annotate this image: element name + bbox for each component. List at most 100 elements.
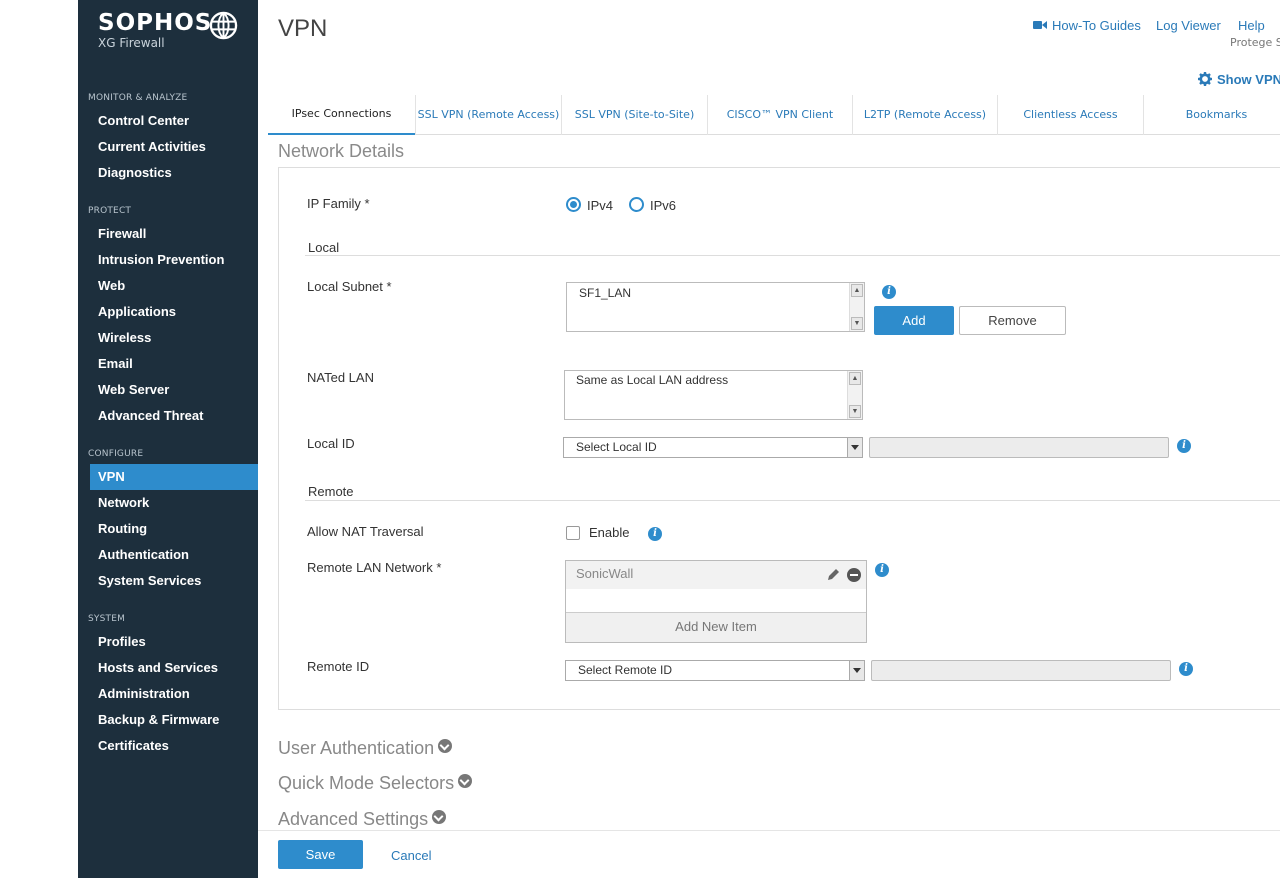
save-button[interactable]: Save bbox=[278, 840, 363, 869]
remote-lan-label: Remote LAN Network * bbox=[307, 560, 442, 575]
tab-ssl-vpn-site[interactable]: SSL VPN (Site-to-Site) bbox=[561, 95, 707, 135]
remote-id-label: Remote ID bbox=[307, 659, 370, 674]
local-subnet-scrollbar[interactable]: ▲ ▼ bbox=[849, 283, 864, 331]
remote-id-info-icon[interactable]: i bbox=[1179, 662, 1193, 676]
local-heading: Local bbox=[308, 240, 340, 255]
remote-heading: Remote bbox=[308, 484, 354, 499]
local-subnet-listbox[interactable]: SF1_LAN ▲ ▼ bbox=[566, 282, 865, 332]
nated-lan-scrollbar[interactable]: ▲ ▼ bbox=[847, 371, 862, 419]
nav-section-configure: CONFIGURE bbox=[88, 449, 144, 459]
local-id-info-icon[interactable]: i bbox=[1177, 439, 1191, 453]
chevron-down-icon[interactable] bbox=[438, 739, 453, 753]
nated-lan-label: NATed LAN bbox=[307, 370, 374, 385]
nav-item-system-services[interactable]: System Services bbox=[78, 568, 258, 594]
footer-divider bbox=[258, 830, 1280, 831]
chevron-down-icon[interactable] bbox=[847, 438, 862, 457]
chevron-down-icon[interactable] bbox=[458, 774, 473, 788]
nav-item-intrusion-prevention[interactable]: Intrusion Prevention bbox=[78, 247, 258, 273]
tab-cisco-vpn-client[interactable]: CISCO™ VPN Client bbox=[707, 95, 852, 135]
user-authentication-title: User Authentication bbox=[278, 738, 435, 758]
nav-item-applications[interactable]: Applications bbox=[78, 299, 258, 325]
remote-id-input bbox=[871, 660, 1171, 681]
sidebar: SOPHOS XG Firewall MONITOR & ANALYZE Con… bbox=[78, 0, 258, 878]
scroll-up-icon[interactable]: ▲ bbox=[849, 372, 861, 385]
nav-item-vpn[interactable]: VPN bbox=[90, 464, 258, 490]
advanced-settings-section[interactable]: Advanced Settings bbox=[278, 809, 447, 830]
nav-item-network[interactable]: Network bbox=[78, 490, 258, 516]
globe-icon bbox=[209, 11, 238, 40]
page-title: VPN bbox=[278, 15, 328, 42]
ipv4-label: IPv4 bbox=[587, 198, 614, 213]
nav-item-control-center[interactable]: Control Center bbox=[78, 108, 258, 134]
ipv6-radio[interactable] bbox=[629, 197, 644, 212]
cancel-button[interactable]: Cancel bbox=[391, 848, 431, 863]
quick-mode-selectors-section[interactable]: Quick Mode Selectors bbox=[278, 773, 473, 794]
nat-traversal-info-icon[interactable]: i bbox=[648, 527, 662, 541]
nav-item-email[interactable]: Email bbox=[78, 351, 258, 377]
nav-item-web[interactable]: Web bbox=[78, 273, 258, 299]
tab-clientless-access[interactable]: Clientless Access bbox=[997, 95, 1143, 135]
vpn-tabs: IPsec Connections SSL VPN (Remote Access… bbox=[268, 95, 1280, 135]
ip-family-label: IP Family * bbox=[307, 196, 370, 211]
remove-button[interactable]: Remove bbox=[959, 306, 1066, 335]
user-authentication-section[interactable]: User Authentication bbox=[278, 738, 453, 759]
nated-lan-value[interactable]: Same as Local LAN address bbox=[576, 373, 728, 387]
ipv6-label: IPv6 bbox=[650, 198, 677, 213]
nav-item-backup-firmware[interactable]: Backup & Firmware bbox=[78, 707, 258, 733]
howto-guides-link[interactable]: How-To Guides bbox=[1052, 18, 1141, 33]
local-id-select[interactable]: Select Local ID bbox=[563, 437, 863, 458]
remote-lan-item: SonicWall bbox=[566, 561, 866, 589]
nav-item-hosts-and-services[interactable]: Hosts and Services bbox=[78, 655, 258, 681]
brand: SOPHOS XG Firewall bbox=[98, 10, 212, 50]
nav-item-firewall[interactable]: Firewall bbox=[78, 221, 258, 247]
help-link[interactable]: Help bbox=[1238, 18, 1265, 33]
log-viewer-link[interactable]: Log Viewer bbox=[1156, 18, 1221, 33]
nav-item-routing[interactable]: Routing bbox=[78, 516, 258, 542]
nav-item-profiles[interactable]: Profiles bbox=[78, 629, 258, 655]
pencil-icon[interactable] bbox=[826, 567, 841, 582]
ipv4-radio[interactable] bbox=[566, 197, 581, 212]
nav-item-authentication[interactable]: Authentication bbox=[78, 542, 258, 568]
remove-circle-icon[interactable] bbox=[847, 568, 861, 582]
local-id-input bbox=[869, 437, 1169, 458]
add-button[interactable]: Add bbox=[874, 306, 954, 335]
video-camera-icon[interactable] bbox=[1033, 20, 1047, 30]
local-subnet-label: Local Subnet * bbox=[307, 279, 392, 294]
nav-item-wireless[interactable]: Wireless bbox=[78, 325, 258, 351]
product-name: XG Firewall bbox=[98, 36, 165, 50]
nated-lan-listbox[interactable]: Same as Local LAN address ▲ ▼ bbox=[564, 370, 863, 420]
local-subnet-item[interactable]: SF1_LAN bbox=[579, 286, 631, 300]
remote-divider bbox=[305, 500, 1280, 501]
local-subnet-info-icon[interactable]: i bbox=[882, 285, 896, 299]
nat-traversal-enable-label: Enable bbox=[589, 525, 630, 540]
gear-icon[interactable] bbox=[1198, 72, 1212, 86]
nav-item-diagnostics[interactable]: Diagnostics bbox=[78, 160, 258, 186]
brand-logo-text: SOPHOS bbox=[98, 10, 213, 36]
nav-item-advanced-threat[interactable]: Advanced Threat bbox=[78, 403, 258, 429]
remote-id-select[interactable]: Select Remote ID bbox=[565, 660, 865, 681]
scroll-down-icon[interactable]: ▼ bbox=[851, 317, 863, 330]
chevron-down-icon[interactable] bbox=[432, 810, 447, 824]
add-new-item-button[interactable]: Add New Item bbox=[566, 612, 866, 642]
advanced-settings-title: Advanced Settings bbox=[278, 809, 429, 829]
remote-lan-item-label: SonicWall bbox=[576, 566, 634, 581]
tab-bookmarks[interactable]: Bookmarks bbox=[1143, 95, 1280, 135]
remote-lan-info-icon[interactable]: i bbox=[875, 563, 889, 577]
nav-item-certificates[interactable]: Certificates bbox=[78, 733, 258, 759]
tab-ipsec-connections[interactable]: IPsec Connections bbox=[268, 95, 415, 135]
nav-section-system: SYSTEM bbox=[88, 614, 126, 624]
user-name: Protege S bbox=[1230, 36, 1280, 49]
nav-section-protect: PROTECT bbox=[88, 206, 132, 216]
show-vpn-settings-link[interactable]: Show VPN bbox=[1217, 72, 1280, 87]
local-id-select-value: Select Local ID bbox=[576, 440, 657, 454]
scroll-up-icon[interactable]: ▲ bbox=[851, 284, 863, 297]
tab-l2tp[interactable]: L2TP (Remote Access) bbox=[852, 95, 997, 135]
remote-lan-list: SonicWall Add New Item bbox=[565, 560, 867, 643]
scroll-down-icon[interactable]: ▼ bbox=[849, 405, 861, 418]
nat-traversal-checkbox[interactable] bbox=[566, 526, 580, 540]
tab-ssl-vpn-remote[interactable]: SSL VPN (Remote Access) bbox=[415, 95, 561, 135]
nav-item-web-server[interactable]: Web Server bbox=[78, 377, 258, 403]
nav-item-current-activities[interactable]: Current Activities bbox=[78, 134, 258, 160]
chevron-down-icon[interactable] bbox=[849, 661, 864, 680]
nav-item-administration[interactable]: Administration bbox=[78, 681, 258, 707]
